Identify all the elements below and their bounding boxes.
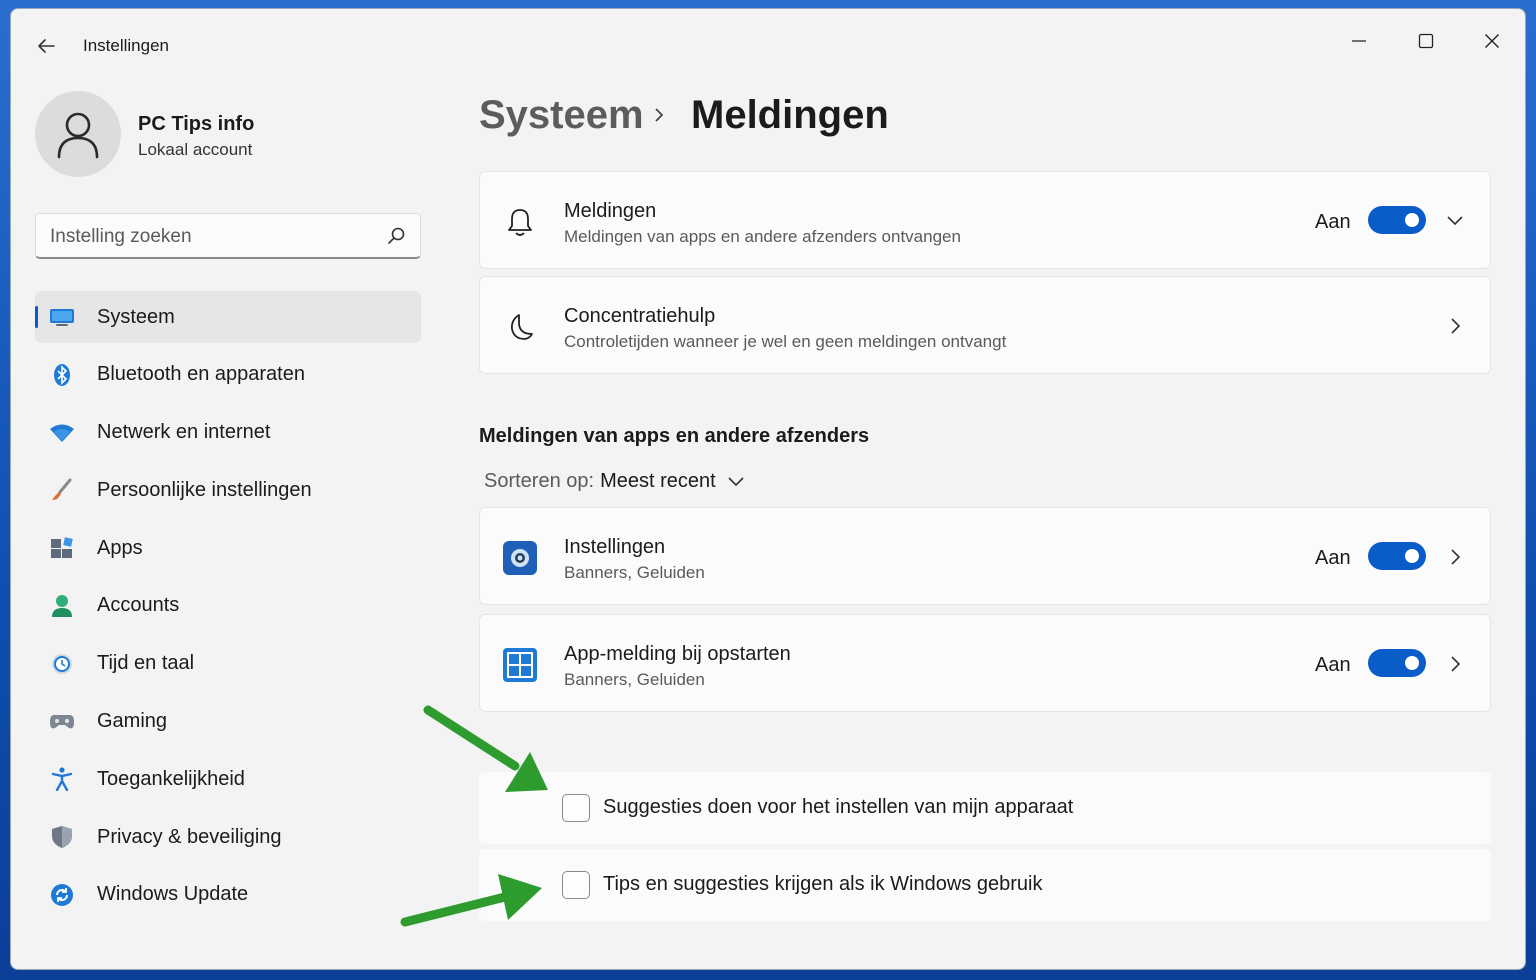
toggle-state-label: Aan [1315, 654, 1351, 676]
notifications-setting-card[interactable]: Meldingen Meldingen van apps en andere a… [479, 171, 1491, 269]
sidebar-item-label: Windows Update [97, 883, 249, 906]
suggestions-setup-checkbox[interactable] [562, 794, 590, 822]
profile-name: PC Tips info [138, 113, 255, 135]
sidebar-item-label: Persoonlijke instellingen [97, 478, 312, 501]
chevron-right-icon [1451, 549, 1461, 565]
breadcrumb-parent[interactable]: Systeem [479, 93, 644, 138]
person-icon [49, 594, 75, 618]
settings-window: Instellingen PC Tips info Lokaal account… [10, 8, 1526, 970]
shield-icon [49, 825, 75, 849]
moon-icon [502, 309, 538, 345]
back-button[interactable] [33, 33, 59, 59]
page-title: Meldingen [691, 93, 889, 137]
sidebar-item-gaming[interactable]: Gaming [35, 696, 421, 748]
sidebar-item-label: Toegankelijkheid [97, 767, 245, 790]
sidebar-item-label: Netwerk en internet [97, 421, 271, 444]
avatar[interactable] [35, 91, 121, 177]
expand-button[interactable] [1442, 208, 1468, 234]
settings-gear-icon [502, 540, 538, 576]
app-subtitle: Banners, Geluiden [564, 670, 705, 689]
section-heading: Meldingen van apps en andere afzenders [479, 425, 870, 447]
focus-assist-card[interactable]: Concentratiehulp Controletijden wanneer … [479, 276, 1491, 374]
navigate-button[interactable] [1442, 313, 1468, 339]
app-notification-instellingen[interactable]: Instellingen Banners, Geluiden Aan [479, 507, 1491, 605]
app-notification-startup[interactable]: App-melding bij opstarten Banners, Gelui… [479, 614, 1491, 712]
notifications-toggle[interactable] [1368, 206, 1426, 234]
chevron-down-icon [1447, 216, 1463, 226]
sidebar-item-label: Gaming [97, 710, 168, 733]
notifications-subtitle: Meldingen van apps en andere afzenders o… [564, 227, 961, 246]
sort-value: Meest recent [600, 470, 716, 492]
brush-icon [49, 478, 75, 502]
navigate-button[interactable] [1442, 544, 1468, 570]
bell-icon [502, 204, 538, 240]
toggle-state-label: Aan [1315, 547, 1351, 569]
account-type: Lokaal account [138, 140, 253, 159]
checkbox-label[interactable]: Tips en suggesties krijgen als ik Window… [603, 873, 1042, 896]
close-button[interactable] [1472, 21, 1512, 61]
sidebar-item-windows-update[interactable]: Windows Update [35, 869, 421, 921]
startup-app-icon [502, 647, 538, 683]
app-toggle[interactable] [1368, 542, 1426, 570]
close-icon [1485, 34, 1499, 48]
accessibility-icon [49, 767, 75, 792]
person-icon [57, 112, 99, 159]
app-subtitle: Banners, Geluiden [564, 563, 705, 582]
app-title: Instellingen [83, 36, 170, 55]
sidebar-nav: Systeem Bluetooth en apparaten Netwerk e… [35, 291, 421, 927]
maximize-button[interactable] [1406, 21, 1446, 61]
app-toggle[interactable] [1368, 649, 1426, 677]
sidebar-item-privacy[interactable]: Privacy & beveiliging [35, 811, 421, 863]
monitor-icon [49, 305, 75, 329]
sidebar-item-bluetooth[interactable]: Bluetooth en apparaten [35, 349, 421, 401]
sidebar-item-systeem[interactable]: Systeem [35, 291, 421, 343]
gamepad-icon [49, 710, 75, 734]
update-icon [49, 883, 75, 907]
checkbox-label[interactable]: Suggesties doen voor het instellen van m… [603, 796, 1073, 819]
sidebar-item-toegankelijkheid[interactable]: Toegankelijkheid [35, 753, 421, 805]
sidebar-item-label: Bluetooth en apparaten [97, 363, 305, 386]
focus-assist-title: Concentratiehulp [564, 305, 716, 327]
back-arrow-icon [38, 39, 55, 53]
sort-dropdown[interactable]: Sorteren op: Meest recent [484, 470, 746, 493]
sidebar-item-label: Accounts [97, 594, 180, 617]
sidebar-item-netwerk[interactable]: Netwerk en internet [35, 407, 421, 459]
bluetooth-icon [49, 363, 75, 387]
search-placeholder: Instelling zoeken [50, 226, 192, 247]
chevron-right-icon [1451, 656, 1461, 672]
chevron-right-icon [1451, 318, 1461, 334]
notifications-title: Meldingen [564, 200, 657, 222]
globe-clock-icon [49, 652, 75, 676]
toggle-state-label: Aan [1315, 211, 1351, 233]
sidebar-item-label: Tijd en taal [97, 652, 195, 675]
chevron-right-icon [655, 108, 664, 122]
maximize-icon [1418, 33, 1434, 49]
sidebar-item-label: Apps [97, 536, 143, 559]
navigate-button[interactable] [1442, 651, 1468, 677]
minimize-button[interactable] [1339, 21, 1379, 61]
minimize-icon [1352, 40, 1366, 42]
chevron-down-icon [726, 475, 746, 489]
sidebar-item-persoonlijk[interactable]: Persoonlijke instellingen [35, 464, 421, 516]
sort-label: Sorteren op: [484, 470, 595, 492]
tips-suggestions-row: Tips en suggesties krijgen als ik Window… [479, 849, 1491, 921]
search-input[interactable]: Instelling zoeken [35, 213, 421, 259]
sidebar-item-label: Privacy & beveiliging [97, 825, 282, 848]
sidebar-item-tijd-taal[interactable]: Tijd en taal [35, 638, 421, 690]
app-title: App-melding bij opstarten [564, 643, 791, 665]
sidebar-item-apps[interactable]: Apps [35, 522, 421, 574]
sidebar-item-label: Systeem [97, 305, 175, 328]
search-icon[interactable] [386, 226, 406, 246]
app-title: Instellingen [564, 536, 666, 558]
apps-icon [49, 536, 75, 560]
focus-assist-subtitle: Controletijden wanneer je wel en geen me… [564, 332, 1007, 351]
tips-suggestions-checkbox[interactable] [562, 871, 590, 899]
wifi-icon [49, 421, 75, 445]
suggestions-setup-row: Suggesties doen voor het instellen van m… [479, 772, 1491, 844]
sidebar-item-accounts[interactable]: Accounts [35, 580, 421, 632]
title-bar: Instellingen [11, 9, 1525, 79]
